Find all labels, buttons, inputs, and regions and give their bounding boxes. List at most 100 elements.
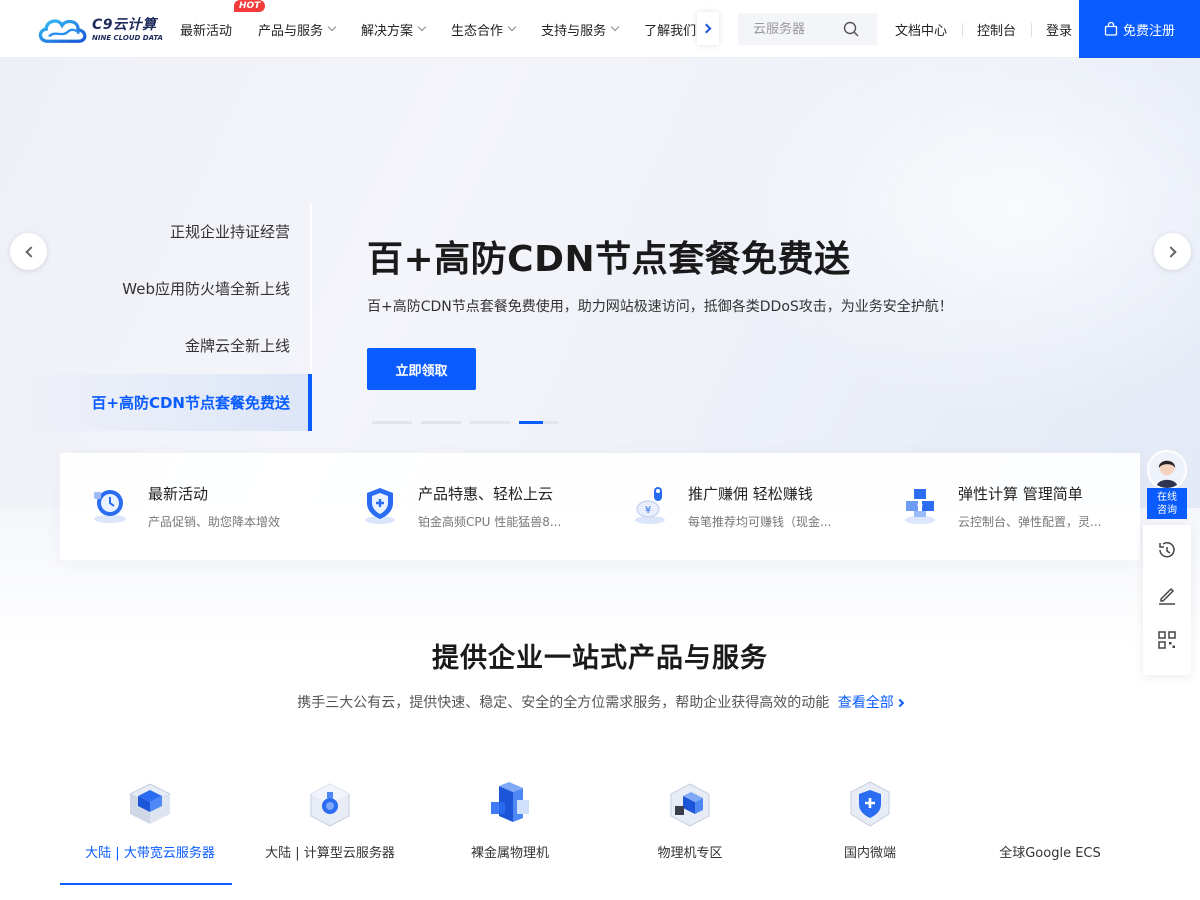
physical-server-icon: [670, 783, 710, 827]
bag-icon: [1104, 22, 1118, 36]
hero-tab-list: 正规企业持证经营 Web应用防火墙全新上线 金牌云全新上线 百+高防CDN节点套…: [0, 203, 312, 431]
slide-dot-tail: [543, 421, 559, 424]
view-all-label: 查看全部: [837, 695, 894, 711]
section-description-text: 携手三大公有云，提供快速、稳定、安全的全方位需求服务，帮助企业获得高效的动能: [297, 695, 830, 711]
slide-dot[interactable]: [372, 421, 412, 424]
nav-more-button[interactable]: [697, 12, 719, 45]
bare-metal-icon: [491, 782, 529, 822]
compute-cube-icon: [310, 783, 350, 827]
next-slide-button[interactable]: [1154, 233, 1191, 270]
hero-title: 百+高防CDN节点套餐免费送: [367, 239, 851, 280]
nav-item-products[interactable]: 产品与服务: [258, 20, 337, 39]
logo[interactable]: C9云计算 NINE CLOUD DATA: [36, 12, 166, 48]
chevron-down-icon: [610, 22, 620, 32]
feature-subtitle: 云控制台、弹性配置，灵...: [958, 515, 1102, 529]
coin-icon: ¥: [635, 487, 665, 524]
console-link[interactable]: 控制台: [962, 20, 1031, 39]
main-nav: 最新活动 HOT 产品与服务 解决方案 生态合作 支持与服务 了解我们: [180, 0, 722, 58]
agent-avatar-icon: [1149, 452, 1185, 488]
chevron-down-icon: [417, 22, 427, 32]
refresh-history-icon[interactable]: [1156, 539, 1178, 561]
feature-title: 推广赚佣 轻松赚钱: [688, 485, 813, 503]
view-all-link[interactable]: 查看全部: [837, 695, 904, 711]
feature-activities[interactable]: 最新活动 产品促销、助您降本增效: [60, 453, 330, 560]
svg-text:¥: ¥: [645, 505, 651, 516]
nav-item-activities[interactable]: 最新活动 HOT: [180, 0, 266, 39]
edit-feedback-icon[interactable]: [1156, 584, 1178, 606]
search-input[interactable]: [753, 21, 843, 37]
product-tabs: 大陆 | 大带宽云服务器 大陆 | 计算型云服务器 裸金属物理机 物理机专区 国…: [60, 770, 1140, 885]
header-links: 文档中心 控制台 登录: [880, 0, 1087, 58]
nav-item-support[interactable]: 支持与服务: [541, 20, 620, 39]
online-label-line: 咨询: [1157, 505, 1177, 516]
online-consult-label: 在线 咨询: [1147, 488, 1187, 519]
avatar: [1147, 450, 1187, 490]
chevron-right-icon: [701, 23, 712, 34]
section-description: 携手三大公有云，提供快速、稳定、安全的全方位需求服务，帮助企业获得高效的动能 查…: [0, 692, 1200, 712]
online-consult-button[interactable]: 在线 咨询: [1143, 450, 1191, 525]
feature-referral[interactable]: ¥ 推广赚佣 轻松赚钱 每笔推荐均可赚钱（现金...: [600, 453, 870, 560]
product-tab-micro[interactable]: 国内微端: [780, 770, 960, 885]
feature-elastic[interactable]: 弹性计算 管理简单 云控制台、弹性配置，灵...: [870, 453, 1140, 560]
nav-item-ecosystem[interactable]: 生态合作: [451, 20, 517, 39]
side-toolbar: 在线 咨询: [1143, 450, 1191, 675]
feature-subtitle: 每笔推荐均可赚钱（现金...: [688, 515, 832, 529]
cube-cluster-icon: [905, 489, 935, 524]
product-tab-label: 大陆 | 计算型云服务器: [265, 846, 395, 861]
product-tab-label: 国内微端: [843, 846, 896, 861]
chevron-right-icon: [1164, 245, 1177, 258]
slide-dot[interactable]: [470, 421, 510, 424]
section-title: 提供企业一站式产品与服务: [432, 643, 768, 674]
nav-label: 产品与服务: [258, 23, 324, 39]
product-tab-label: 大陆 | 大带宽云服务器: [85, 846, 215, 861]
slide-dot[interactable]: [421, 421, 461, 424]
prev-slide-button[interactable]: [10, 233, 47, 270]
qr-code-icon[interactable]: [1156, 629, 1178, 651]
register-button[interactable]: 免费注册: [1079, 0, 1200, 58]
nav-label: 生态合作: [451, 23, 504, 39]
chevron-right-icon: [895, 698, 904, 708]
logo-text: C9云计算: [92, 17, 157, 33]
logo-subtext: NINE CLOUD DATA: [92, 34, 163, 42]
feature-bar: 最新活动 产品促销、助您降本增效 产品特惠、轻松上云 铂金高频CPU 性能猛兽8…: [60, 453, 1140, 560]
activity-icon: [94, 490, 126, 523]
hot-badge: HOT: [234, 0, 266, 12]
chevron-left-icon: [24, 245, 37, 258]
register-label: 免费注册: [1122, 23, 1175, 39]
product-tab-label: 全球Google ECS: [999, 846, 1101, 861]
product-tab-google-ecs[interactable]: 全球Google ECS: [960, 770, 1140, 885]
nav-label: 解决方案: [361, 23, 414, 39]
product-tab-label: 物理机专区: [657, 846, 723, 861]
nav-label: 了解我们: [644, 23, 697, 39]
product-tab-label: 裸金属物理机: [470, 846, 549, 861]
online-label-line: 在线: [1157, 492, 1177, 503]
server-box-icon: [128, 783, 172, 824]
cloud-logo-icon: [38, 19, 87, 43]
feature-subtitle: 产品促销、助您降本增效: [148, 515, 281, 529]
feature-subtitle: 铂金高频CPU 性能猛兽8...: [418, 515, 562, 529]
side-tools: [1143, 525, 1191, 675]
nav-label: 最新活动: [180, 23, 233, 39]
top-header: C9云计算 NINE CLOUD DATA 最新活动 HOT 产品与服务 解决方…: [0, 0, 1200, 58]
micro-shield-icon: [850, 781, 890, 827]
nav-item-about[interactable]: 了解我们: [644, 20, 696, 39]
product-tab-compute-server[interactable]: 大陆 | 计算型云服务器: [240, 770, 420, 885]
search-icon[interactable]: [843, 21, 859, 37]
slide-dot-active[interactable]: [519, 421, 543, 424]
nav-item-solutions[interactable]: 解决方案: [361, 20, 427, 39]
feature-title: 最新活动: [148, 485, 209, 503]
claim-button[interactable]: 立即领取: [367, 348, 476, 390]
product-tab-bare-metal[interactable]: 裸金属物理机: [420, 770, 600, 885]
hero-tab-cdn[interactable]: 百+高防CDN节点套餐免费送: [0, 374, 312, 431]
hero-tab-waf[interactable]: Web应用防火墙全新上线: [0, 260, 312, 317]
feature-products[interactable]: 产品特惠、轻松上云 铂金高频CPU 性能猛兽8...: [330, 453, 600, 560]
search-box: [738, 13, 877, 45]
hero-tab-gold-cloud[interactable]: 金牌云全新上线: [0, 317, 312, 374]
hero-banner: 正规企业持证经营 Web应用防火墙全新上线 金牌云全新上线 百+高防CDN节点套…: [0, 58, 1200, 508]
chevron-down-icon: [327, 22, 337, 32]
product-tab-bandwidth-server[interactable]: 大陆 | 大带宽云服务器: [60, 770, 240, 885]
feature-title: 产品特惠、轻松上云: [418, 485, 554, 503]
product-tab-physical-server[interactable]: 物理机专区: [600, 770, 780, 885]
slide-indicators: [372, 421, 559, 424]
docs-link[interactable]: 文档中心: [880, 20, 962, 39]
